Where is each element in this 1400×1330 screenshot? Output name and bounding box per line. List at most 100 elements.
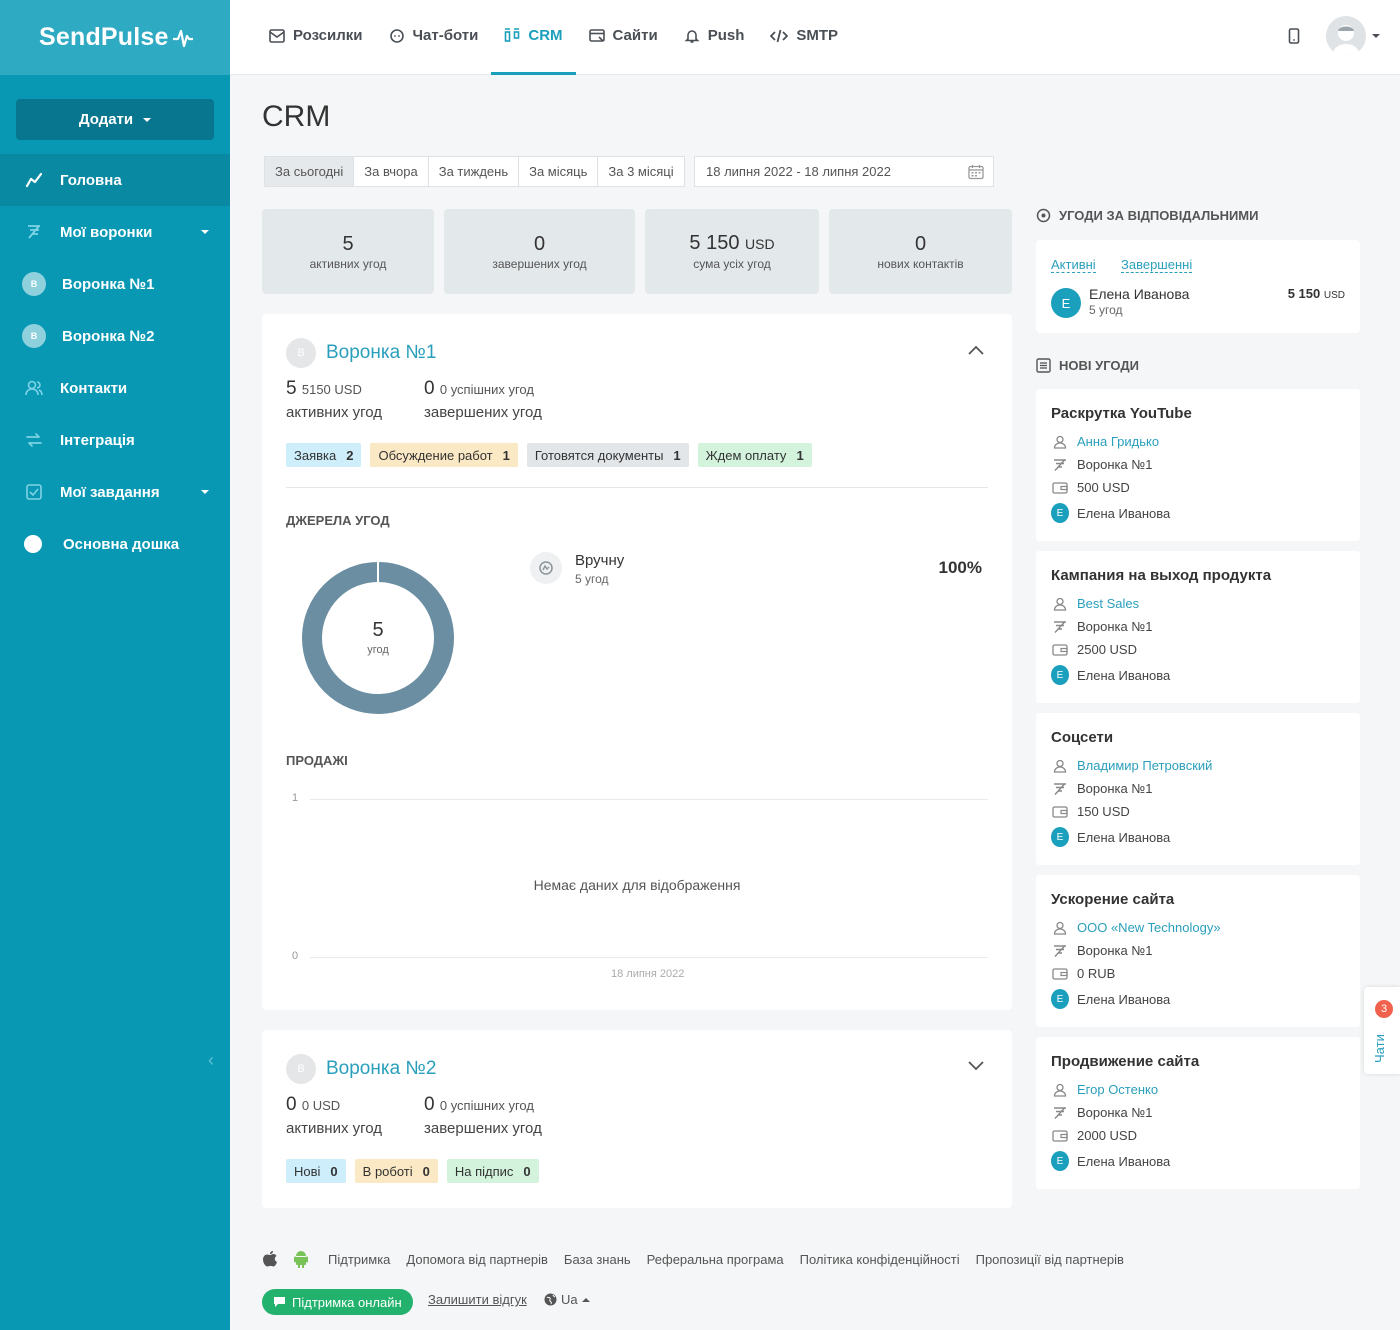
tab-smtp[interactable]: SMTP bbox=[757, 0, 851, 75]
sidebar-item-integration[interactable]: Інтеграція bbox=[0, 414, 230, 466]
sidebar-item-label: Мої воронки bbox=[60, 223, 153, 241]
deal-contact[interactable]: Егор Остенко bbox=[1051, 1082, 1158, 1097]
tab-completed-deals[interactable]: Завершенні bbox=[1121, 257, 1193, 273]
topbar-right bbox=[1288, 16, 1380, 56]
funnel-title[interactable]: Воронка №1 bbox=[326, 342, 436, 364]
deal-title[interactable]: Продвижение сайта bbox=[1051, 1053, 1199, 1070]
funnel-header[interactable]: В Воронка №1 bbox=[286, 338, 436, 368]
footer-link-partners-help[interactable]: Допомога від партнерів bbox=[406, 1252, 548, 1267]
sources-donut-chart: 5 угод bbox=[302, 562, 454, 714]
sidebar-item-funnels[interactable]: Мої воронки bbox=[0, 206, 230, 258]
collapse-sidebar-icon[interactable]: ‹ bbox=[208, 1050, 214, 1071]
tab-mailings[interactable]: Розсилки bbox=[256, 0, 376, 75]
deal-contact[interactable]: Best Sales bbox=[1051, 596, 1139, 611]
support-online-button[interactable]: Підтримка онлайн bbox=[262, 1289, 413, 1315]
footer-link-referral[interactable]: Реферальна програма bbox=[647, 1252, 784, 1267]
chevron-down-icon[interactable] bbox=[968, 1061, 984, 1071]
stage-count: 1 bbox=[673, 447, 681, 463]
language-select[interactable]: Ua bbox=[544, 1292, 590, 1307]
chats-tab[interactable]: 3 Чати bbox=[1364, 987, 1400, 1074]
tab-label: Чат-боти bbox=[412, 27, 479, 44]
footer-link-privacy[interactable]: Політика конфіденційності bbox=[800, 1252, 960, 1267]
android-icon[interactable] bbox=[292, 1250, 310, 1268]
stage-chip[interactable]: На підпис 0 bbox=[446, 1159, 539, 1183]
sidebar-item-main-board[interactable]: Основна дошка bbox=[0, 518, 230, 570]
sidebar-item-contacts[interactable]: Контакти bbox=[0, 362, 230, 414]
deal-card[interactable]: Соцсети Владимир Петровский Воронка №1 150 … bbox=[1036, 713, 1360, 865]
sidebar-item-tasks[interactable]: Мої завдання bbox=[0, 466, 230, 518]
sidebar-item-funnel-2[interactable]: В Воронка №2 bbox=[0, 310, 230, 362]
tab-active-deals[interactable]: Активні bbox=[1051, 257, 1096, 273]
deal-title[interactable]: Кампания на выход продукта bbox=[1051, 567, 1271, 584]
owner-name[interactable]: Елена Иванова bbox=[1089, 286, 1189, 302]
period-today[interactable]: За сьогодні bbox=[265, 157, 355, 186]
stage-chip[interactable]: Заявка 2 bbox=[286, 443, 362, 467]
deal-contact-name: Владимир Петровский bbox=[1077, 758, 1213, 773]
period-3-months[interactable]: За 3 місяці bbox=[598, 157, 683, 186]
website-icon bbox=[588, 28, 605, 42]
envelope-icon bbox=[269, 28, 285, 43]
source-percent: 100% bbox=[938, 558, 982, 577]
main-tabs: Розсилки Чат-боти CRM Сайти Push SMTP bbox=[230, 0, 1400, 75]
footer-link-partner-offers[interactable]: Пропозиції від партнерів bbox=[976, 1252, 1124, 1267]
deal-title[interactable]: Раскрутка YouTube bbox=[1051, 405, 1192, 422]
funnel-icon bbox=[1051, 1106, 1069, 1120]
deal-card[interactable]: Продвижение сайта Егор Остенко Воронка №1 2… bbox=[1036, 1037, 1360, 1189]
deal-contact[interactable]: ООО «New Technology» bbox=[1051, 920, 1221, 935]
user-icon bbox=[1051, 921, 1069, 935]
add-button[interactable]: Додати bbox=[16, 99, 214, 140]
contacts-icon bbox=[24, 378, 44, 398]
avatar-caret-icon[interactable] bbox=[1372, 34, 1380, 38]
stat-value: 5 bbox=[342, 233, 353, 255]
owner-avatar: Е bbox=[1051, 665, 1069, 685]
mobile-phone-icon[interactable] bbox=[1288, 28, 1300, 44]
avatar[interactable] bbox=[1326, 16, 1366, 56]
sidebar-item-label: Контакти bbox=[60, 379, 128, 397]
date-range-input[interactable]: 18 липня 2022 - 18 липня 2022 bbox=[694, 156, 994, 187]
tab-chatbots[interactable]: Чат-боти bbox=[376, 0, 492, 75]
target-icon bbox=[1036, 208, 1051, 223]
tab-label: Push bbox=[707, 27, 745, 44]
tab-crm[interactable]: CRM bbox=[491, 0, 576, 75]
period-yesterday[interactable]: За вчора bbox=[354, 157, 429, 186]
kpi-label: завершених угод bbox=[424, 1120, 542, 1137]
deal-contact[interactable]: Анна Гридько bbox=[1051, 434, 1159, 449]
stage-chip[interactable]: В роботі 0 bbox=[354, 1159, 438, 1183]
stage-count: 2 bbox=[346, 447, 354, 463]
stat-value: 0 bbox=[915, 233, 926, 255]
funnel-title[interactable]: Воронка №2 bbox=[326, 1058, 436, 1080]
funnel-header[interactable]: В Воронка №2 bbox=[286, 1054, 436, 1084]
stage-chip[interactable]: Ждем оплату 1 bbox=[697, 443, 812, 467]
tab-push[interactable]: Push bbox=[671, 0, 758, 75]
kpi-sub: 0 успішних угод bbox=[439, 1098, 534, 1113]
deal-contact[interactable]: Владимир Петровский bbox=[1051, 758, 1212, 773]
feedback-link[interactable]: Залишити відгук bbox=[428, 1292, 527, 1307]
deal-card[interactable]: Ускорение сайта ООО «New Technology» Ворон… bbox=[1036, 875, 1360, 1027]
section-title-text: Угоди за відповідальними bbox=[1059, 208, 1259, 223]
tab-sites[interactable]: Сайти bbox=[576, 0, 671, 75]
chats-label: Чати bbox=[1372, 1034, 1387, 1063]
stat-label: нових контактів bbox=[877, 256, 964, 271]
sidebar: SendPulse Додати Головна Мої воронки В В… bbox=[0, 0, 230, 1330]
kpi-value: 5 bbox=[286, 378, 297, 399]
sidebar-item-funnel-1[interactable]: В Воронка №1 bbox=[0, 258, 230, 310]
stage-chip[interactable]: Обсуждение работ 1 bbox=[370, 443, 518, 467]
deal-title[interactable]: Соцсети bbox=[1051, 729, 1113, 746]
deal-card[interactable]: Раскрутка YouTube Анна Гридько Воронка №1 5… bbox=[1036, 389, 1360, 541]
footer-link-knowledge-base[interactable]: База знань bbox=[564, 1252, 631, 1267]
divider bbox=[286, 487, 988, 488]
deal-card[interactable]: Кампания на выход продукта Best Sales Воро… bbox=[1036, 551, 1360, 703]
period-month[interactable]: За місяць bbox=[519, 157, 599, 186]
funnel-icon bbox=[1051, 782, 1069, 796]
logo[interactable]: SendPulse bbox=[0, 0, 230, 75]
calendar-icon[interactable] bbox=[968, 164, 984, 180]
footer-link-support[interactable]: Підтримка bbox=[328, 1252, 390, 1267]
stage-chip[interactable]: Готовятся документы 1 bbox=[526, 443, 689, 467]
chevron-up-icon[interactable] bbox=[968, 345, 984, 355]
stage-chip[interactable]: Нові 0 bbox=[286, 1159, 346, 1183]
funnel-badge: В bbox=[22, 324, 46, 348]
sidebar-item-home[interactable]: Головна bbox=[0, 154, 230, 206]
deal-title[interactable]: Ускорение сайта bbox=[1051, 891, 1174, 908]
apple-icon[interactable] bbox=[262, 1250, 278, 1268]
period-week[interactable]: За тиждень bbox=[429, 157, 520, 186]
